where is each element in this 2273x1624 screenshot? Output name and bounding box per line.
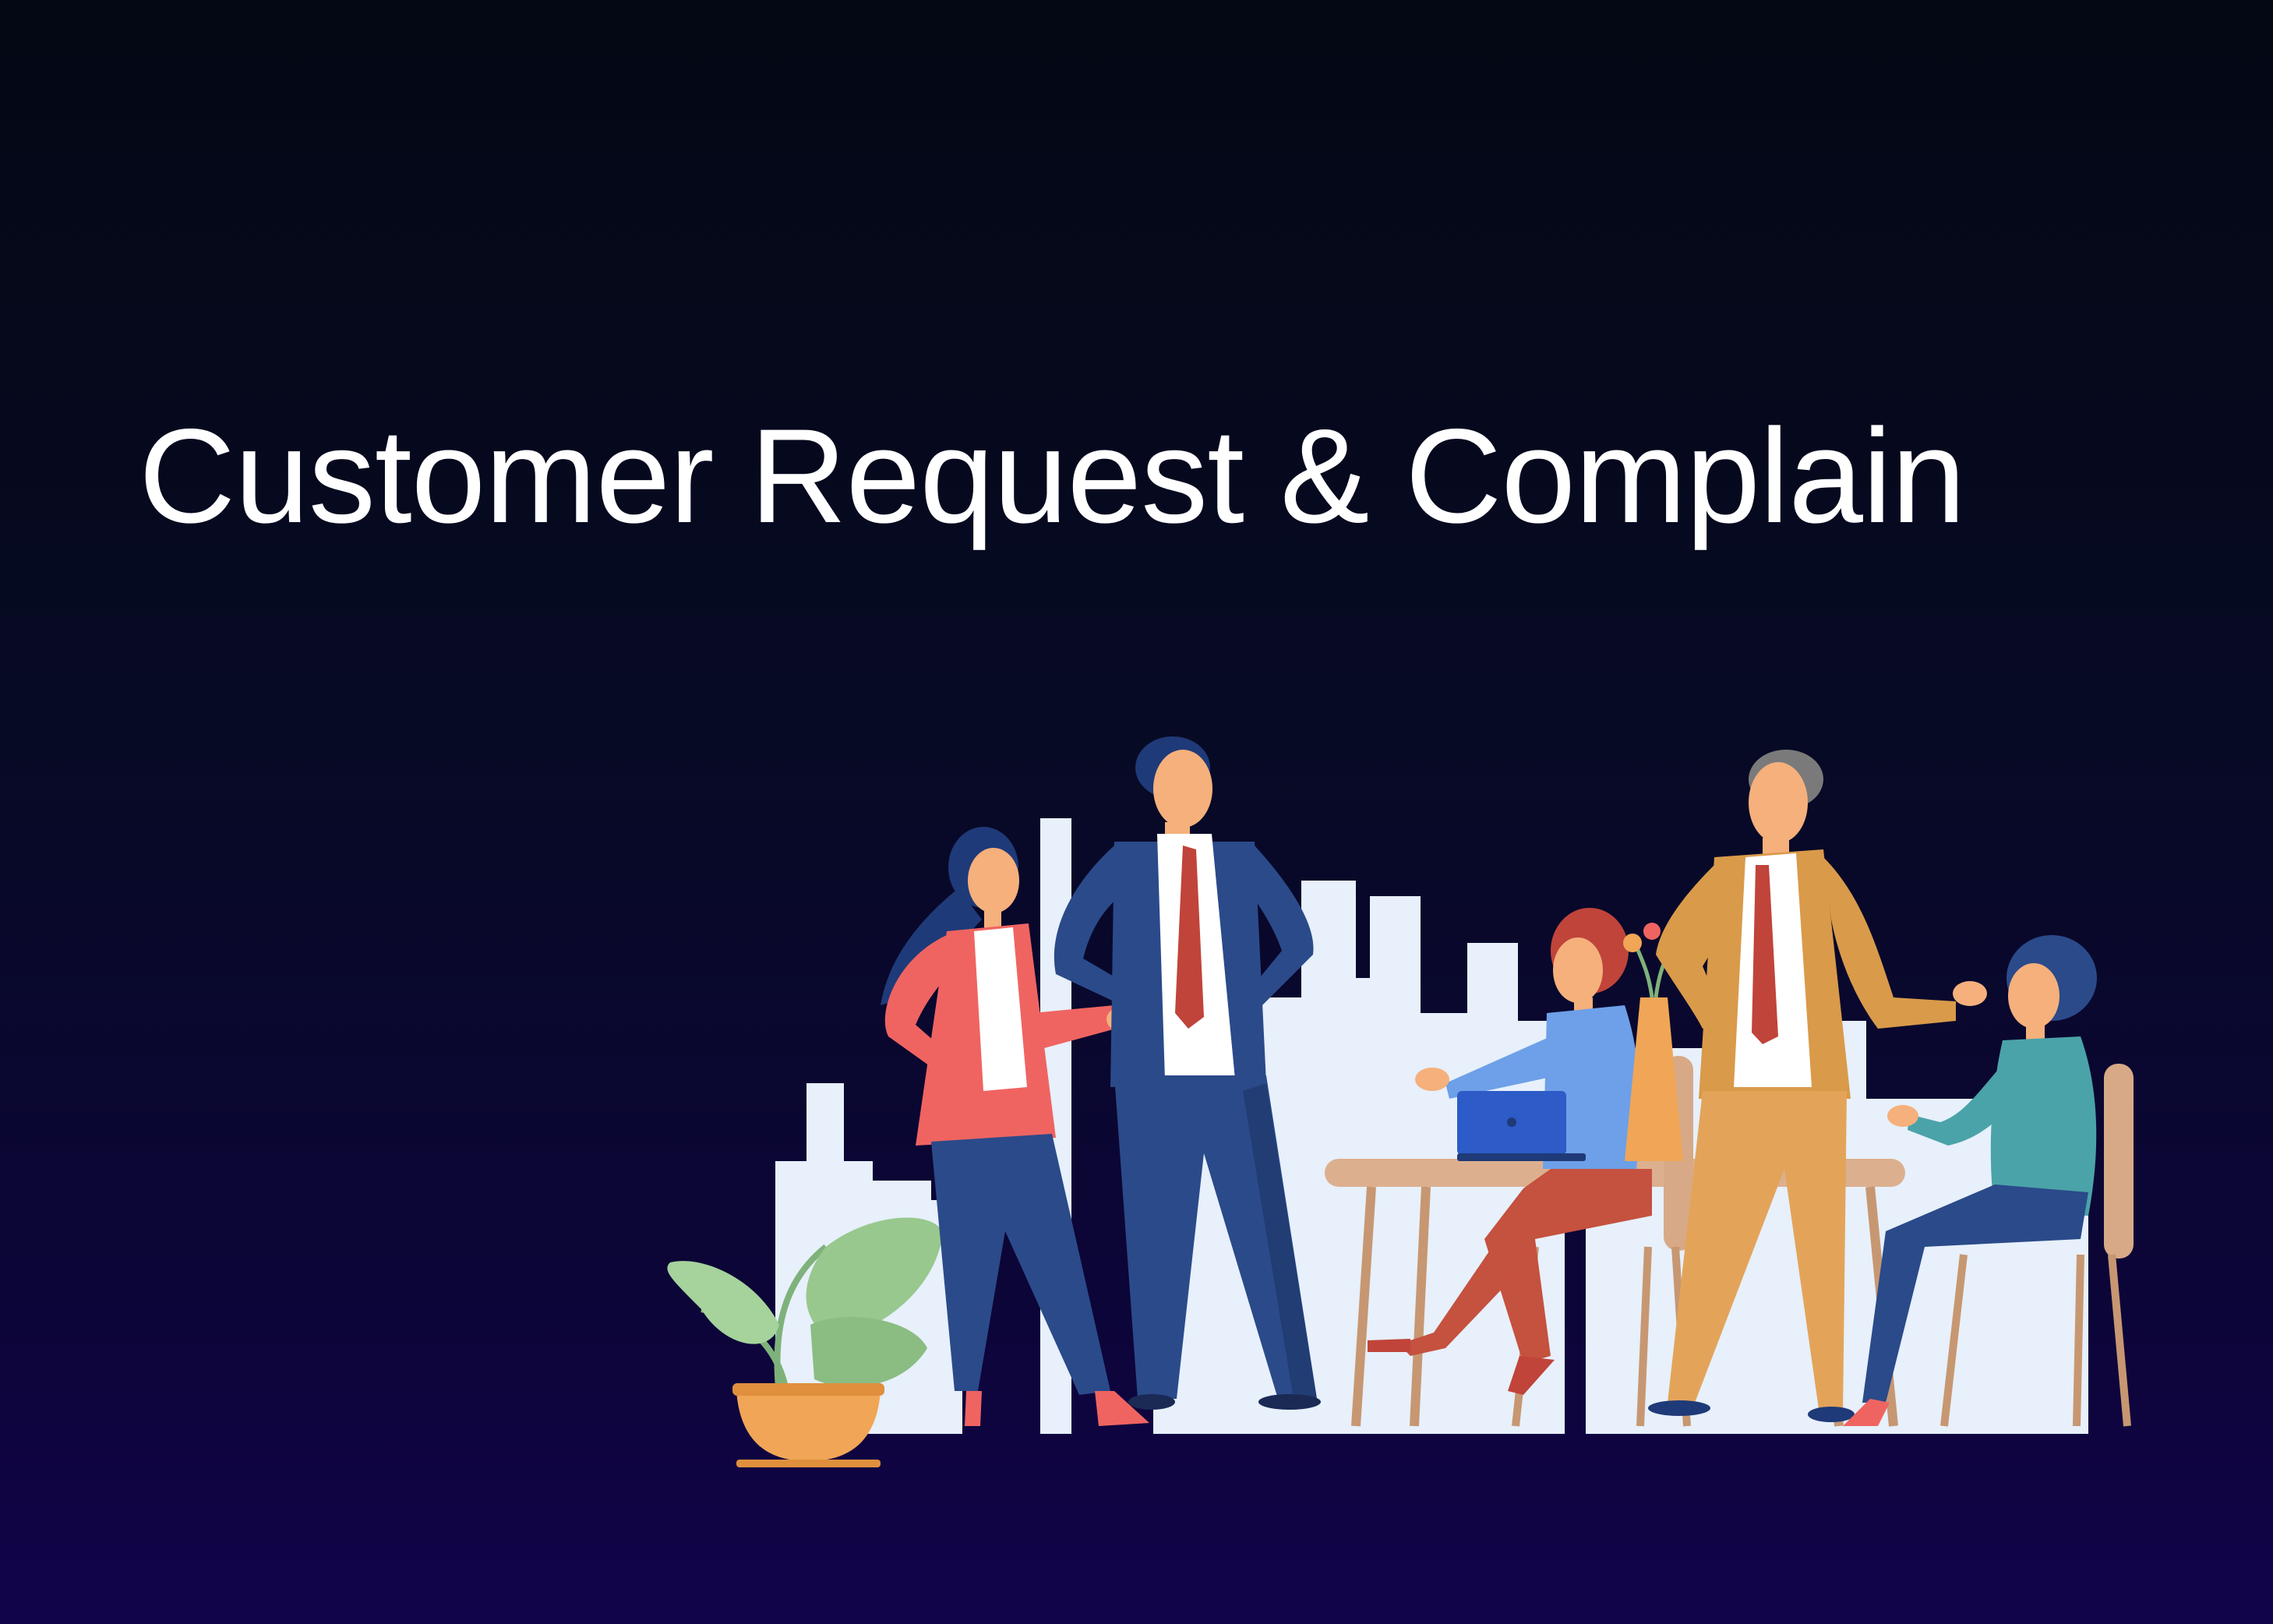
- office-team-illustration: [667, 736, 2134, 1467]
